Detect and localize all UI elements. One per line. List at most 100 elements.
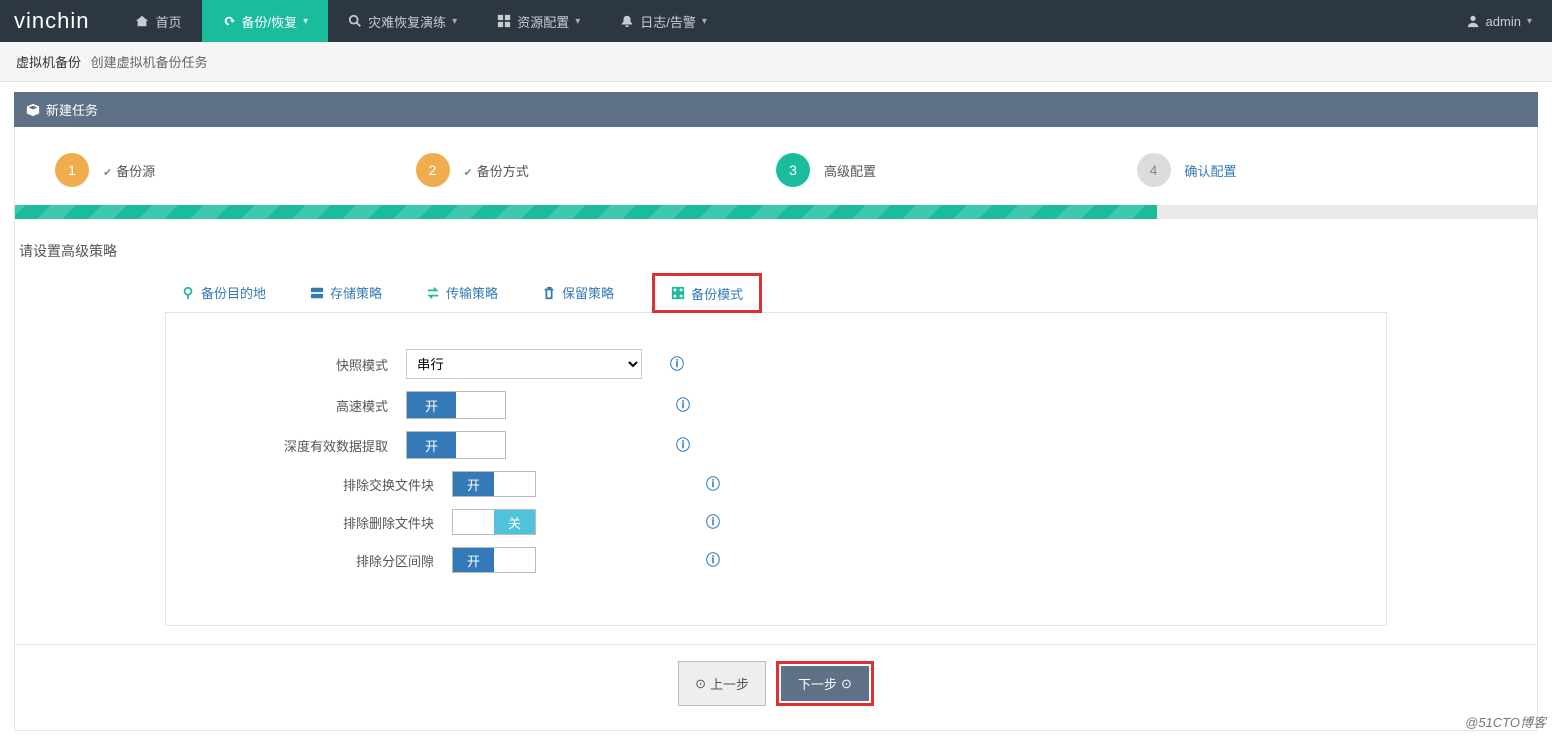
nav-user-label: admin — [1486, 14, 1521, 29]
tab-destination-label: 备份目的地 — [201, 283, 266, 302]
brand-logo: vinchin — [0, 0, 115, 42]
row-deep-extract: 深度有效数据提取 开 ⓘ — [206, 431, 1346, 459]
exclude-swap-toggle[interactable]: 开 — [452, 471, 536, 497]
top-nav: vinchin 首页 备份/恢复 ▾ 灾难恢复演练 ▾ 资源配置 ▾ 日志/告警… — [0, 0, 1552, 42]
step-2-label: ✔备份方式 — [464, 161, 529, 180]
check-icon: ✔ — [103, 167, 112, 179]
exclude-deleted-label: 排除删除文件块 — [206, 513, 452, 532]
step-1-circle: 1 — [55, 153, 89, 187]
tab-backup-mode-label: 备份模式 — [691, 284, 743, 303]
tab-transfer[interactable]: 传输策略 — [420, 273, 506, 312]
next-button-label: 下一步 — [798, 674, 837, 693]
speed-mode-toggle[interactable]: 开 — [406, 391, 506, 419]
chevron-down-icon: ▾ — [702, 16, 707, 27]
info-icon[interactable]: ⓘ — [676, 395, 690, 415]
step-1[interactable]: 1 ✔备份源 — [55, 153, 416, 187]
tab-storage[interactable]: 存储策略 — [304, 273, 390, 312]
home-icon — [135, 14, 149, 28]
chevron-down-icon: ▾ — [1527, 16, 1532, 27]
snapshot-mode-select[interactable]: 串行 — [406, 349, 642, 379]
nav-user[interactable]: admin ▾ — [1446, 0, 1552, 42]
row-exclude-swap: 排除交换文件块 开 ⓘ — [206, 471, 1346, 497]
user-icon — [1466, 14, 1480, 28]
breadcrumb-title: 虚拟机备份 — [16, 55, 81, 70]
grid4-icon — [671, 286, 685, 300]
wizard-progress-fill — [15, 205, 1157, 219]
step-1-label: ✔备份源 — [103, 161, 155, 180]
tab-storage-label: 存储策略 — [330, 283, 382, 302]
nav-home[interactable]: 首页 — [115, 0, 201, 42]
transfer-icon — [426, 286, 440, 300]
panel-title: 新建任务 — [46, 100, 98, 119]
wizard-progress — [15, 205, 1537, 219]
info-icon[interactable]: ⓘ — [706, 550, 720, 570]
row-exclude-partition-gap: 排除分区间隙 开 ⓘ — [206, 547, 1346, 573]
chevron-down-icon: ▾ — [452, 16, 457, 27]
step-4[interactable]: 4 确认配置 — [1137, 153, 1498, 187]
prev-button[interactable]: ⊙ 上一步 — [678, 661, 766, 706]
nav-backup-label: 备份/恢复 — [242, 12, 298, 31]
chevron-down-icon: ▾ — [575, 16, 580, 27]
nav-resource[interactable]: 资源配置 ▾ — [477, 0, 600, 42]
section-title: 请设置高级策略 — [15, 241, 1537, 273]
nav-backup[interactable]: 备份/恢复 ▾ — [202, 0, 329, 42]
deep-extract-toggle[interactable]: 开 — [406, 431, 506, 459]
row-exclude-deleted: 排除删除文件块 关 ⓘ — [206, 509, 1346, 535]
exclude-partition-gap-toggle[interactable]: 开 — [452, 547, 536, 573]
prev-button-label: 上一步 — [710, 674, 749, 693]
search-icon — [348, 14, 362, 28]
breadcrumb: 虚拟机备份 创建虚拟机备份任务 — [0, 42, 1552, 82]
refresh-icon — [222, 14, 236, 28]
row-speed-mode: 高速模式 开 ⓘ — [206, 391, 1346, 419]
tab-destination[interactable]: 备份目的地 — [175, 273, 274, 312]
nav-home-label: 首页 — [155, 12, 181, 31]
disk-icon — [310, 286, 324, 300]
next-button-highlight: 下一步 ⊙ — [776, 661, 874, 706]
info-icon[interactable]: ⓘ — [676, 435, 690, 455]
chevron-down-icon: ▾ — [303, 16, 308, 27]
step-2[interactable]: 2 ✔备份方式 — [416, 153, 777, 187]
panel-header: 新建任务 — [14, 92, 1538, 127]
watermark: @51CTO博客 — [1465, 712, 1546, 731]
step-3-label: 高级配置 — [824, 161, 876, 180]
arrow-right-icon: ⊙ — [841, 676, 852, 692]
grid-icon — [497, 14, 511, 28]
exclude-swap-label: 排除交换文件块 — [206, 475, 452, 494]
deep-extract-label: 深度有效数据提取 — [206, 436, 406, 455]
new-task-panel: 新建任务 1 ✔备份源 2 ✔备份方式 3 高级配置 4 确认配置 请 — [14, 92, 1538, 731]
check-icon: ✔ — [464, 167, 473, 179]
tab-backup-mode[interactable]: 备份模式 — [652, 273, 762, 313]
nav-resource-label: 资源配置 — [517, 12, 569, 31]
step-2-circle: 2 — [416, 153, 450, 187]
exclude-deleted-toggle[interactable]: 关 — [452, 509, 536, 535]
info-icon[interactable]: ⓘ — [706, 512, 720, 532]
step-4-label: 确认配置 — [1185, 161, 1237, 180]
row-snapshot-mode: 快照模式 串行 ⓘ — [206, 349, 1346, 379]
snapshot-mode-label: 快照模式 — [206, 355, 406, 374]
speed-mode-label: 高速模式 — [206, 396, 406, 415]
step-3-circle: 3 — [776, 153, 810, 187]
nav-dr-label: 灾难恢复演练 — [368, 12, 446, 31]
wizard-steps: 1 ✔备份源 2 ✔备份方式 3 高级配置 4 确认配置 — [15, 127, 1537, 205]
tab-transfer-label: 传输策略 — [446, 283, 498, 302]
arrow-left-icon: ⊙ — [695, 676, 706, 692]
step-4-circle: 4 — [1137, 153, 1171, 187]
trash-icon — [542, 286, 556, 300]
bell-icon — [620, 14, 634, 28]
tab-retention-label: 保留策略 — [562, 283, 614, 302]
backup-mode-content: 快照模式 串行 ⓘ 高速模式 开 ⓘ 深度有效数据提取 — [165, 313, 1387, 626]
step-3[interactable]: 3 高级配置 — [776, 153, 1137, 187]
next-button[interactable]: 下一步 ⊙ — [781, 666, 869, 701]
info-icon[interactable]: ⓘ — [670, 354, 684, 374]
cube-icon — [26, 103, 40, 117]
tab-retention[interactable]: 保留策略 — [536, 273, 622, 312]
pin-icon — [181, 286, 195, 300]
nav-dr[interactable]: 灾难恢复演练 ▾ — [328, 0, 477, 42]
nav-logs-label: 日志/告警 — [640, 12, 696, 31]
breadcrumb-sub: 创建虚拟机备份任务 — [91, 55, 208, 70]
exclude-partition-gap-label: 排除分区间隙 — [206, 551, 452, 570]
nav-logs[interactable]: 日志/告警 ▾ — [600, 0, 727, 42]
strategy-tabs: 备份目的地 存储策略 传输策略 保留策略 备份模式 — [165, 273, 1387, 313]
info-icon[interactable]: ⓘ — [706, 474, 720, 494]
wizard-footer: ⊙ 上一步 下一步 ⊙ — [15, 644, 1537, 706]
